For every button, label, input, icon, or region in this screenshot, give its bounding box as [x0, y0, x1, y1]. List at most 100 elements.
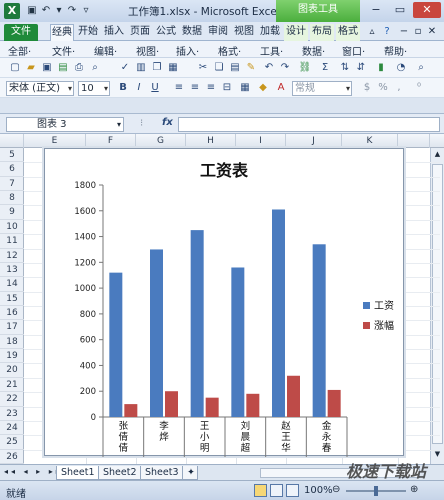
- maximize-icon[interactable]: ▭: [388, 2, 412, 18]
- paste-icon[interactable]: ▦: [166, 61, 180, 75]
- row-header[interactable]: 23: [0, 407, 24, 421]
- currency-icon[interactable]: $: [360, 81, 374, 95]
- tab-review[interactable]: 审阅: [206, 24, 230, 41]
- cut-icon[interactable]: ✂: [196, 61, 210, 75]
- menu-tools[interactable]: 工具·: [260, 43, 283, 58]
- fill-color-icon[interactable]: ◆: [256, 81, 270, 95]
- row-header[interactable]: 14: [0, 277, 24, 292]
- tab-addins[interactable]: 加载: [258, 24, 282, 41]
- redo-icon[interactable]: ↷: [278, 61, 292, 75]
- undo-icon[interactable]: ↶: [40, 4, 52, 18]
- zoom-slider-thumb[interactable]: [374, 486, 378, 496]
- chart-icon[interactable]: ▮: [374, 61, 388, 75]
- tab-file[interactable]: 文件: [4, 24, 38, 41]
- menu-edit[interactable]: 编辑·: [94, 43, 117, 58]
- menu-format[interactable]: 格式·: [218, 43, 241, 58]
- copy2-icon[interactable]: ❏: [212, 61, 226, 75]
- normal-view-icon[interactable]: [254, 484, 267, 497]
- row-header[interactable]: 24: [0, 421, 24, 436]
- column-header[interactable]: F: [86, 134, 136, 148]
- row-header[interactable]: 11: [0, 234, 24, 249]
- font-color-icon[interactable]: A: [274, 81, 288, 95]
- page-break-view-icon[interactable]: [286, 484, 299, 497]
- row-header[interactable]: 10: [0, 220, 24, 235]
- chart-area[interactable]: 工资表 0 200 400 600 800 1000 1200 1400 1600 1800 张倩倩…: [44, 148, 404, 457]
- name-box[interactable]: 图表 3 ▾: [6, 117, 124, 132]
- column-header[interactable]: G: [136, 134, 186, 148]
- tab-view[interactable]: 视图: [232, 24, 256, 41]
- insert-sheet-icon[interactable]: ✦: [182, 466, 198, 480]
- spelling-icon[interactable]: ✓: [118, 61, 132, 75]
- sheet-nav-icons[interactable]: ◂◂ ◂ ▸ ▸▸: [4, 467, 63, 476]
- borders-icon[interactable]: ▦: [238, 81, 252, 95]
- drawing-icon[interactable]: ◔: [394, 61, 408, 75]
- tab-page[interactable]: 页面: [128, 24, 152, 41]
- font-name-select[interactable]: 宋体 (正文) ▾: [6, 81, 74, 96]
- menu-help[interactable]: 帮助·: [384, 43, 407, 58]
- copy-icon[interactable]: ❐: [150, 61, 164, 75]
- bold-button[interactable]: B: [116, 81, 130, 95]
- row-header[interactable]: 25: [0, 435, 24, 450]
- column-header[interactable]: J: [286, 134, 342, 148]
- row-header[interactable]: 9: [0, 205, 24, 220]
- menu-data[interactable]: 数据·: [302, 43, 325, 58]
- row-header[interactable]: 13: [0, 263, 24, 278]
- excel-file-icon[interactable]: ▤: [56, 61, 70, 75]
- paste2-icon[interactable]: ▤: [228, 61, 242, 75]
- row-header[interactable]: 20: [0, 363, 24, 378]
- row-header[interactable]: 17: [0, 320, 24, 335]
- tab-data[interactable]: 数据: [180, 24, 204, 41]
- row-header[interactable]: 18: [0, 335, 24, 350]
- column-header-partial[interactable]: [398, 134, 430, 148]
- select-all-corner[interactable]: [0, 134, 24, 148]
- column-header[interactable]: K: [342, 134, 398, 148]
- new-icon[interactable]: ▢: [8, 61, 22, 75]
- save-icon[interactable]: ▣: [26, 4, 38, 18]
- column-header[interactable]: E: [24, 134, 86, 148]
- close-icon[interactable]: ✕: [413, 2, 441, 18]
- chevron-down-icon[interactable]: ▾: [54, 4, 64, 18]
- menu-file[interactable]: 文件·: [52, 43, 75, 58]
- percent-icon[interactable]: %: [376, 81, 390, 95]
- row-header[interactable]: 5: [0, 148, 24, 163]
- menu-window[interactable]: 窗口·: [342, 43, 365, 58]
- customize-qat-icon[interactable]: ▿: [80, 4, 92, 18]
- scroll-up-icon[interactable]: ▲: [432, 150, 443, 160]
- zoom-out-icon[interactable]: ⊖: [332, 484, 340, 495]
- row-header[interactable]: 22: [0, 392, 24, 407]
- row-header[interactable]: 6: [0, 162, 24, 177]
- excel-icon[interactable]: X: [4, 3, 20, 19]
- row-header[interactable]: 21: [0, 378, 24, 393]
- zoom-icon[interactable]: ⌕: [414, 61, 428, 75]
- sheet-tab-2[interactable]: Sheet2: [98, 466, 142, 480]
- tab-design[interactable]: 设计: [284, 24, 308, 41]
- row-header[interactable]: 26: [0, 450, 24, 464]
- number-format-select[interactable]: 常规 ▾: [292, 81, 352, 96]
- column-header[interactable]: H: [186, 134, 236, 148]
- autosum-icon[interactable]: Σ: [318, 61, 332, 75]
- tab-classic[interactable]: 经典: [50, 24, 74, 41]
- sort-desc-icon[interactable]: ⇵: [354, 61, 368, 75]
- row-header[interactable]: 12: [0, 249, 24, 263]
- tab-formulas[interactable]: 公式: [154, 24, 178, 41]
- scroll-down-icon[interactable]: ▼: [432, 450, 443, 460]
- doc-minimize-icon[interactable]: −: [398, 24, 410, 41]
- underline-button[interactable]: U: [148, 81, 162, 95]
- formula-input[interactable]: [178, 117, 440, 132]
- tab-insert[interactable]: 插入: [102, 24, 126, 41]
- align-right-icon[interactable]: ≡: [204, 81, 218, 95]
- zoom-in-icon[interactable]: ⊕: [410, 484, 418, 495]
- row-header[interactable]: 16: [0, 306, 24, 321]
- column-header[interactable]: I: [236, 134, 286, 148]
- increase-decimal-icon[interactable]: ⁰: [412, 81, 426, 95]
- tab-format[interactable]: 格式: [336, 24, 360, 41]
- research-icon[interactable]: ▥: [134, 61, 148, 75]
- row-header[interactable]: 7: [0, 177, 24, 192]
- italic-button[interactable]: I: [132, 81, 146, 95]
- ribbon-collapse-icon[interactable]: ▵: [366, 24, 378, 41]
- doc-restore-icon[interactable]: ▫: [412, 24, 424, 41]
- row-header[interactable]: 15: [0, 292, 24, 306]
- align-left-icon[interactable]: ≡: [172, 81, 186, 95]
- page-layout-view-icon[interactable]: [270, 484, 283, 497]
- menu-insert[interactable]: 插入·: [176, 43, 199, 58]
